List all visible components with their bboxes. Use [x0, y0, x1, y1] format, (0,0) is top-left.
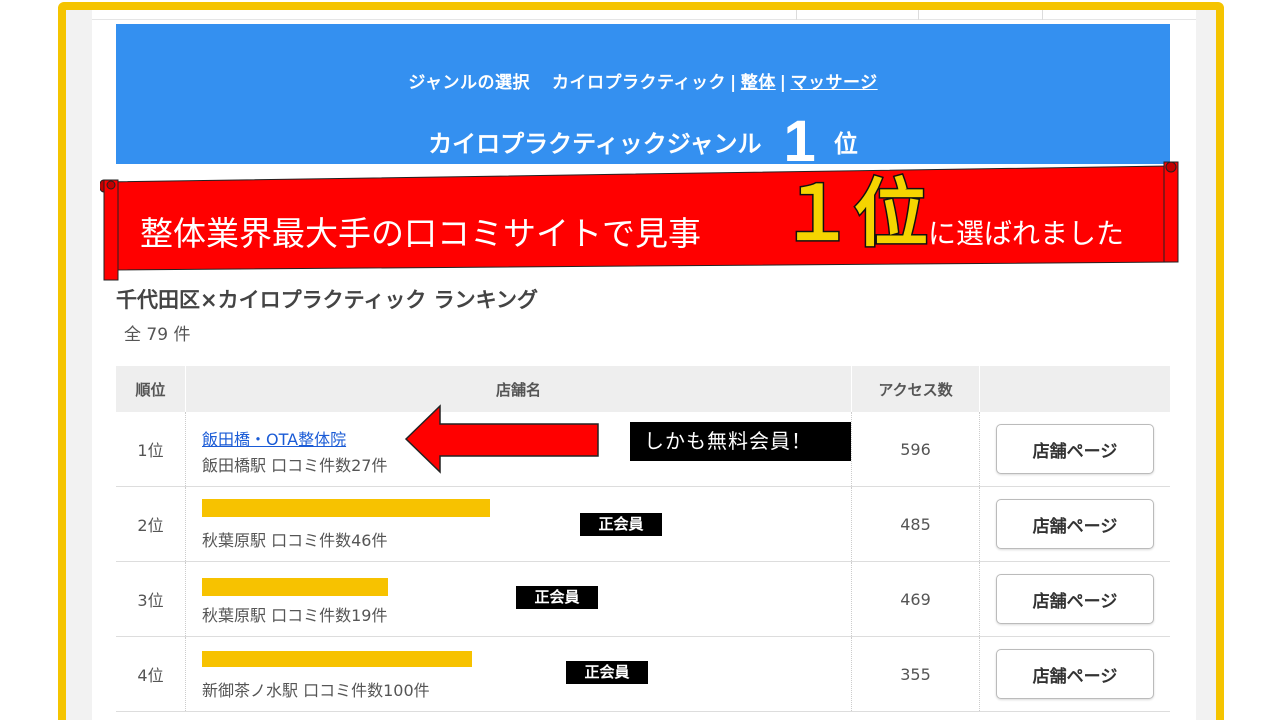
regular-member-badge: 正会員 [580, 513, 662, 536]
shop-page-button[interactable]: 店舗ページ [996, 574, 1154, 624]
page-gutter-right [1196, 10, 1216, 720]
redacted-shop-name [202, 499, 490, 517]
page-gutter-left [66, 10, 92, 720]
shop-cell: 正会員 秋葉原駅 口コミ件数46件 [186, 487, 852, 561]
scroll-banner-text: 整体業界最大手の口コミサイトで見事 [140, 214, 701, 253]
access-count: 469 [852, 562, 980, 636]
regular-member-badge: 正会員 [516, 586, 598, 609]
shop-station-reviews: 秋葉原駅 口コミ件数46件 [202, 531, 388, 550]
redacted-shop-name [202, 651, 472, 667]
header-action [980, 366, 1170, 412]
rank-cell: 2位 [116, 487, 186, 561]
shop-page-button[interactable]: 店舗ページ [996, 499, 1154, 549]
scroll-banner-rank: １位 [779, 171, 930, 258]
rank-cell: 3位 [116, 562, 186, 636]
regular-member-badge: 正会員 [566, 661, 648, 684]
top-nav-strip [92, 10, 1196, 20]
genre-rank-unit: 位 [833, 130, 858, 158]
genre-current: カイロプラクティック [552, 73, 727, 93]
shop-cell: 正会員 秋葉原駅 口コミ件数19件 [186, 562, 852, 636]
access-count: 596 [852, 412, 980, 486]
access-count: 355 [852, 637, 980, 711]
shop-station-reviews: 秋葉原駅 口コミ件数19件 [202, 606, 388, 625]
table-header: 順位 店舗名 アクセス数 [116, 366, 1170, 412]
shop-station-reviews: 新御茶ノ水駅 口コミ件数100件 [202, 681, 430, 700]
table-row: 2位 正会員 秋葉原駅 口コミ件数46件 485 店舗ページ [116, 487, 1170, 562]
redacted-shop-name [202, 578, 388, 596]
genre-selector: ジャンルの選択 カイロプラクティック | 整体 | マッサージ [116, 68, 1170, 93]
table-row: 4位 正会員 新御茶ノ水駅 口コミ件数100件 355 店舗ページ [116, 637, 1170, 712]
ranking-total: 全 79 件 [124, 325, 191, 345]
ranking-title: 千代田区×カイロプラクティック ランキング [116, 288, 539, 312]
genre-selector-label: ジャンルの選択 [408, 73, 531, 93]
shop-page-button[interactable]: 店舗ページ [996, 649, 1154, 699]
access-count: 485 [852, 487, 980, 561]
genre-separator: | [779, 73, 787, 93]
red-arrow-icon [404, 404, 599, 474]
shop-page-button[interactable]: 店舗ページ [996, 424, 1154, 474]
table-row: 3位 正会員 秋葉原駅 口コミ件数19件 469 店舗ページ [116, 562, 1170, 637]
rank-cell: 4位 [116, 637, 186, 711]
rank-cell: 1位 [116, 412, 186, 486]
genre-rank-text: カイロプラクティックジャンル [428, 130, 762, 158]
shop-station-reviews: 飯田橋駅 口コミ件数27件 [202, 456, 388, 475]
genre-banner: ジャンルの選択 カイロプラクティック | 整体 | マッサージ カイロプラクティックジャン… [116, 24, 1170, 174]
free-member-callout: しかも無料会員！ [630, 422, 851, 461]
header-rank: 順位 [116, 366, 186, 412]
shop-cell: 正会員 新御茶ノ水駅 口コミ件数100件 [186, 637, 852, 711]
nav-divider [1042, 10, 1043, 20]
genre-link-seitai[interactable]: 整体 [741, 73, 776, 93]
genre-link-massage[interactable]: マッサージ [790, 73, 877, 93]
header-access: アクセス数 [852, 366, 980, 412]
genre-separator: | [730, 73, 737, 93]
nav-divider [796, 10, 797, 20]
ranking-table: 順位 店舗名 アクセス数 1位 飯田橋・OTA整体院 飯田橋駅 口コミ件数27件… [116, 366, 1170, 712]
nav-divider [918, 10, 919, 20]
scroll-banner-tail: に選ばれました [928, 217, 1125, 250]
shop-name-link[interactable]: 飯田橋・OTA整体院 [202, 426, 346, 450]
